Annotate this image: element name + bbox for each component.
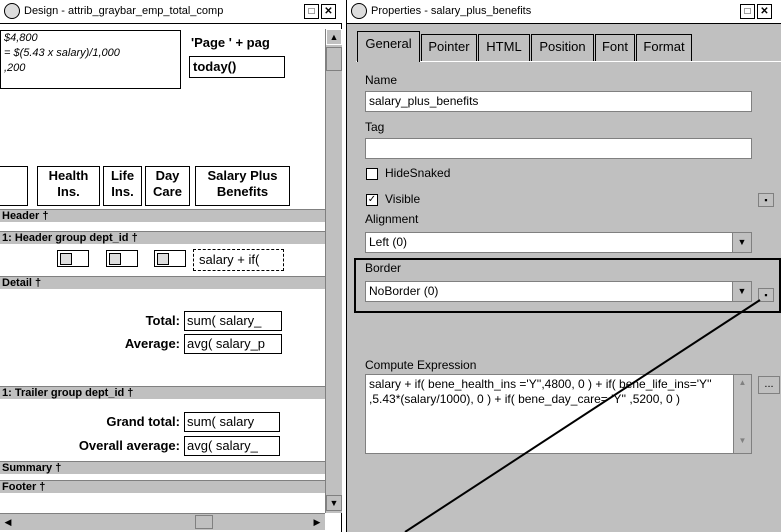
average-field[interactable]: avg( salary_p [184, 334, 282, 354]
design-window: Design - attrib_graybar_emp_total_comp □… [0, 0, 342, 532]
tab-html[interactable]: HTML [478, 34, 530, 61]
life-ins-label: Life Ins. [110, 168, 135, 199]
scroll-left-arrow-icon[interactable]: ◀ [0, 514, 16, 530]
datawindow-icon [4, 3, 20, 19]
horizontal-scroll-thumb[interactable] [195, 515, 213, 529]
design-title: Design - attrib_graybar_emp_total_comp [24, 5, 224, 17]
compute-expression-label: Compute Expression [365, 358, 477, 372]
tab-font-label: Font [601, 39, 628, 54]
scroll-down-arrow-icon[interactable]: ▼ [734, 433, 751, 449]
checkbox-icon [60, 253, 72, 265]
scroll-right-arrow-icon[interactable]: ▶ [309, 514, 325, 530]
tab-general[interactable]: General [357, 31, 420, 62]
tab-position[interactable]: Position [531, 34, 594, 61]
salary-plus-benefits-label: Salary Plus Benefits [207, 168, 278, 199]
alignment-value: Left (0) [369, 235, 408, 249]
trailer-group-band[interactable]: 1: Trailer group dept_id † [0, 386, 325, 399]
hidesnaked-label: HideSnaked [385, 166, 451, 180]
health-checkbox-field[interactable] [57, 250, 89, 267]
day-care-label: Day Care [153, 168, 182, 199]
visible-checkbox[interactable]: ✓ [366, 194, 378, 206]
name-label: Name [365, 73, 398, 87]
compute-expression-text: salary + if( bene_health_ins ='Y'',4800,… [369, 377, 712, 406]
header-text-line-3: ,200 [4, 62, 26, 74]
overall-average-field[interactable]: avg( salary_ [184, 436, 280, 456]
page-expression[interactable]: 'Page ' + pag [191, 35, 270, 50]
checkbox-icon [157, 253, 169, 265]
today-field[interactable]: today() [189, 56, 285, 78]
properties-titlebar[interactable]: Properties - salary_plus_benefits □ ✕ [347, 0, 781, 24]
hidesnaked-checkbox[interactable] [366, 168, 378, 180]
tab-html-label: HTML [486, 39, 522, 54]
name-field[interactable]: salary_plus_benefits [365, 91, 752, 112]
group-header-band[interactable]: 1: Header group dept_id † [0, 231, 325, 244]
salary-compute-field[interactable]: salary + if( [193, 249, 284, 271]
day-checkbox-field[interactable] [154, 250, 186, 267]
border-value: NoBorder (0) [369, 284, 439, 298]
header-text-line-2: = $(5.43 x salary)/1,000 [4, 47, 120, 59]
scroll-up-arrow-icon[interactable]: ▲ [734, 375, 751, 391]
close-button[interactable]: ✕ [321, 4, 336, 19]
border-expression-button[interactable]: ▪ [758, 288, 774, 302]
salary-plus-benefits-header[interactable]: Salary Plus Benefits [195, 166, 290, 206]
scroll-thumb[interactable] [326, 47, 342, 71]
detail-band[interactable]: Detail † [0, 276, 325, 289]
health-ins-label: Health Ins. [48, 168, 89, 199]
design-horizontal-scrollbar[interactable]: ◀ ▶ [0, 513, 325, 530]
header-text-block[interactable]: $4,800 = $(5.43 x salary)/1,000 ,200 [0, 30, 181, 89]
header-text-line-1: $4,800 [4, 32, 38, 44]
textarea-scrollbar[interactable]: ▲ ▼ [733, 375, 751, 453]
border-dropdown[interactable]: NoBorder (0) ▼ [365, 281, 752, 302]
total-label: Total: [145, 313, 180, 328]
grand-total-label: Grand total: [106, 414, 180, 429]
overall-average-label: Overall average: [78, 438, 180, 453]
tab-pointer[interactable]: Pointer [421, 34, 477, 61]
header-band[interactable]: Header † [0, 209, 325, 222]
close-button[interactable]: ✕ [757, 4, 772, 19]
tag-label: Tag [365, 120, 385, 134]
header-cell-partial[interactable] [0, 166, 28, 206]
day-care-header[interactable]: Day Care [145, 166, 190, 206]
tab-position-label: Position [539, 39, 586, 54]
health-ins-header[interactable]: Health Ins. [37, 166, 100, 206]
grand-total-field[interactable]: sum( salary [184, 412, 280, 432]
footer-band[interactable]: Footer † [0, 480, 325, 493]
compute-expression-textarea[interactable]: salary + if( bene_health_ins ='Y'',4800,… [365, 374, 752, 454]
tab-pointer-label: Pointer [428, 39, 470, 54]
total-field[interactable]: sum( salary_ [184, 311, 282, 331]
tab-format-label: Format [643, 39, 685, 54]
life-checkbox-field[interactable] [106, 250, 138, 267]
alignment-label: Alignment [365, 212, 419, 226]
checkbox-icon [109, 253, 121, 265]
alignment-dropdown[interactable]: Left (0) ▼ [365, 232, 752, 253]
tab-general-label: General [365, 36, 412, 51]
border-label: Border [365, 261, 402, 275]
chevron-down-icon[interactable]: ▼ [732, 282, 751, 301]
scroll-down-arrow-icon[interactable]: ▼ [326, 495, 342, 511]
chevron-down-icon[interactable]: ▼ [732, 233, 751, 252]
average-label: Average: [124, 336, 180, 351]
tab-format[interactable]: Format [636, 34, 692, 61]
properties-title: Properties - salary_plus_benefits [371, 5, 532, 17]
design-vertical-scrollbar[interactable]: ▲ ▼ [325, 29, 342, 513]
scroll-up-arrow-icon[interactable]: ▲ [326, 29, 342, 45]
datawindow-icon [351, 3, 367, 19]
compute-expression-more-button[interactable]: ... [758, 376, 780, 394]
maximize-button[interactable]: □ [740, 4, 755, 19]
tag-field[interactable] [365, 138, 752, 159]
visible-expression-button[interactable]: ▪ [758, 193, 774, 207]
life-ins-header[interactable]: Life Ins. [103, 166, 142, 206]
design-titlebar[interactable]: Design - attrib_graybar_emp_total_comp □… [0, 0, 342, 24]
maximize-button[interactable]: □ [304, 4, 319, 19]
summary-band[interactable]: Summary † [0, 461, 325, 474]
tab-font[interactable]: Font [595, 34, 635, 61]
visible-label: Visible [385, 192, 421, 206]
